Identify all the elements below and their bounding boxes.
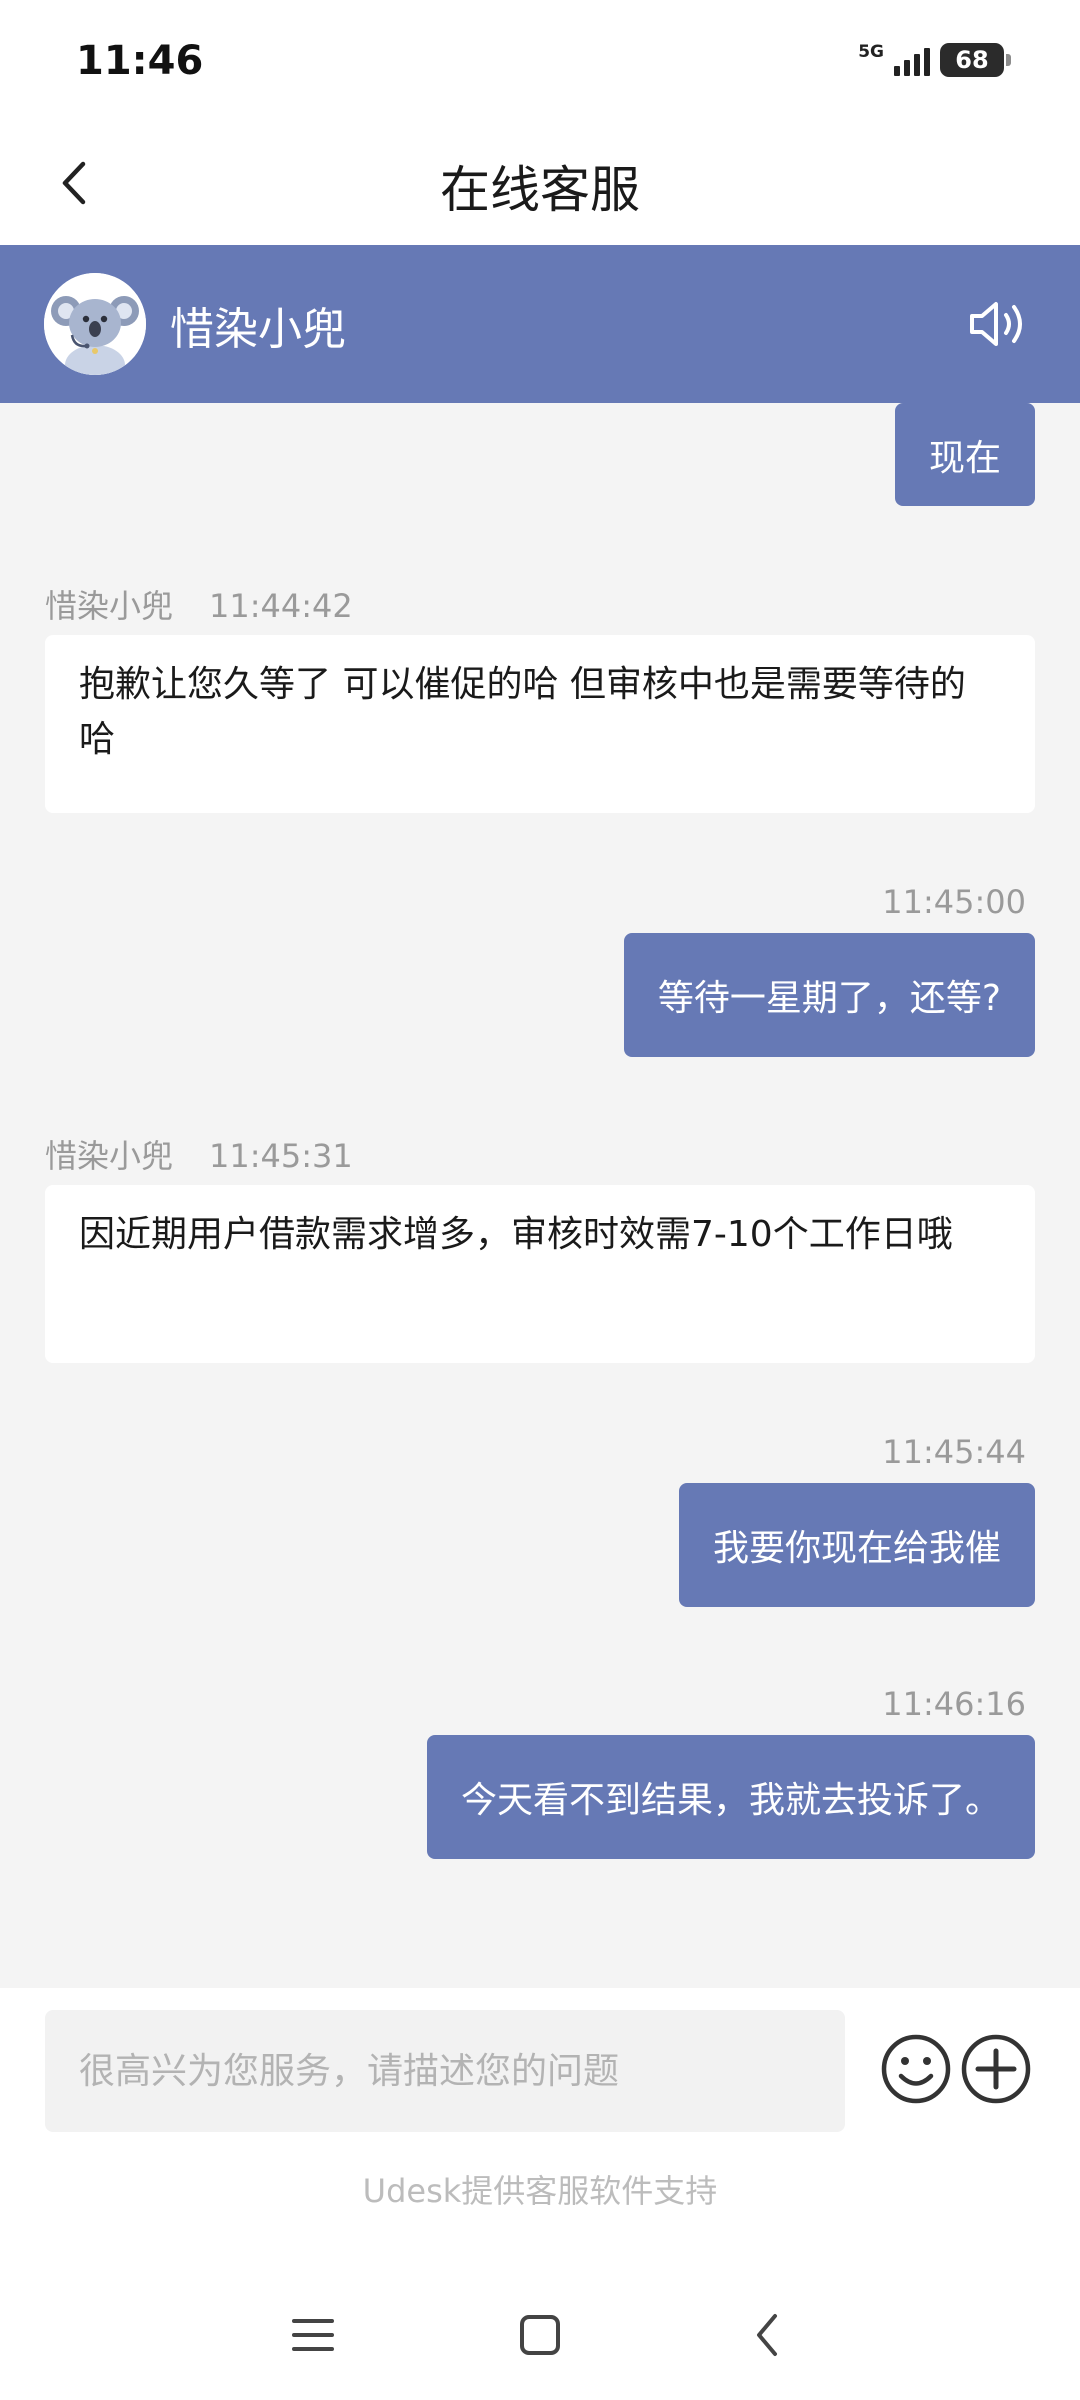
message-meta: 惜染小兜 11:44:42 xyxy=(45,581,353,627)
nav-bar: 在线客服 xyxy=(0,120,1080,245)
back-triangle-icon xyxy=(757,2314,777,2356)
message-bubble-incoming: 抱歉让您久等了 可以催促的哈 但审核中也是需要等待的哈 xyxy=(45,635,1035,813)
agent-name: 惜染小兜 xyxy=(170,304,346,355)
message-text: 抱歉让您久等了 可以催促的哈 但审核中也是需要等待的哈 xyxy=(79,664,966,760)
sound-toggle-button[interactable] xyxy=(964,291,1034,357)
message-time: 11:44:42 xyxy=(209,587,353,625)
more-options-button[interactable] xyxy=(960,2033,1032,2105)
message-list[interactable]: 现在 惜染小兜 11:44:42 抱歉让您久等了 可以催促的哈 但审核中也是需要等… xyxy=(0,403,1080,1988)
message-bubble-outgoing: 现在 xyxy=(894,403,1035,506)
koala-avatar-icon xyxy=(44,273,146,375)
message-text: 现在 xyxy=(928,437,1001,479)
plus-circle-icon xyxy=(961,2034,1031,2104)
message-text: 我要你现在给我催 xyxy=(712,1528,1001,1569)
message-time: 11:46:16 xyxy=(882,1685,1026,1723)
message-text: 今天看不到结果，我就去投诉了。 xyxy=(460,1780,1001,1821)
signal-icon xyxy=(894,44,930,76)
message-bubble-outgoing: 今天看不到结果，我就去投诉了。 xyxy=(426,1735,1035,1859)
system-back-button[interactable] xyxy=(732,2302,802,2368)
page-title: 在线客服 xyxy=(440,161,640,219)
emoji-button[interactable] xyxy=(880,2033,952,2105)
message-sender: 惜染小兜 xyxy=(45,1137,174,1175)
chat-screen: 11:46 5G 68 在线客服 惜染小兜 现在 惜染小兜 11:44:42 抱… xyxy=(0,0,1080,2400)
message-time: 11:45:00 xyxy=(882,883,1026,921)
battery-level: 68 xyxy=(955,46,989,74)
message-time: 11:45:44 xyxy=(882,1433,1026,1471)
home-button[interactable] xyxy=(505,2302,575,2368)
message-time: 11:45:31 xyxy=(209,1137,353,1175)
system-nav-bar xyxy=(0,2280,1080,2390)
agent-header: 惜染小兜 xyxy=(0,245,1080,403)
message-text: 等待一星期了，还等? xyxy=(657,978,1001,1019)
powered-by-text: Udesk提供客服软件支持 xyxy=(362,2172,718,2210)
smiley-icon xyxy=(881,2034,951,2104)
message-text: 因近期用户借款需求增多，审核时效需7-10个工作日哦 xyxy=(79,1214,953,1255)
message-bubble-incoming: 因近期用户借款需求增多，审核时效需7-10个工作日哦 xyxy=(45,1185,1035,1363)
network-type: 5G xyxy=(858,41,884,62)
avatar[interactable] xyxy=(44,273,146,375)
status-indicators: 5G 68 xyxy=(858,38,1011,82)
home-square-icon xyxy=(520,2315,560,2355)
status-time: 11:46 xyxy=(76,38,204,84)
message-input[interactable] xyxy=(45,2010,845,2132)
message-meta: 惜染小兜 11:45:31 xyxy=(45,1131,353,1177)
message-sender: 惜染小兜 xyxy=(45,587,174,625)
menu-button[interactable] xyxy=(278,2302,348,2368)
menu-icon xyxy=(292,2319,334,2351)
battery-icon: 68 xyxy=(940,43,1011,77)
message-bubble-outgoing: 我要你现在给我催 xyxy=(678,1483,1035,1607)
message-bubble-outgoing: 等待一星期了，还等? xyxy=(623,933,1035,1057)
status-bar: 11:46 5G 68 xyxy=(0,0,1080,120)
speaker-icon xyxy=(970,302,1022,346)
